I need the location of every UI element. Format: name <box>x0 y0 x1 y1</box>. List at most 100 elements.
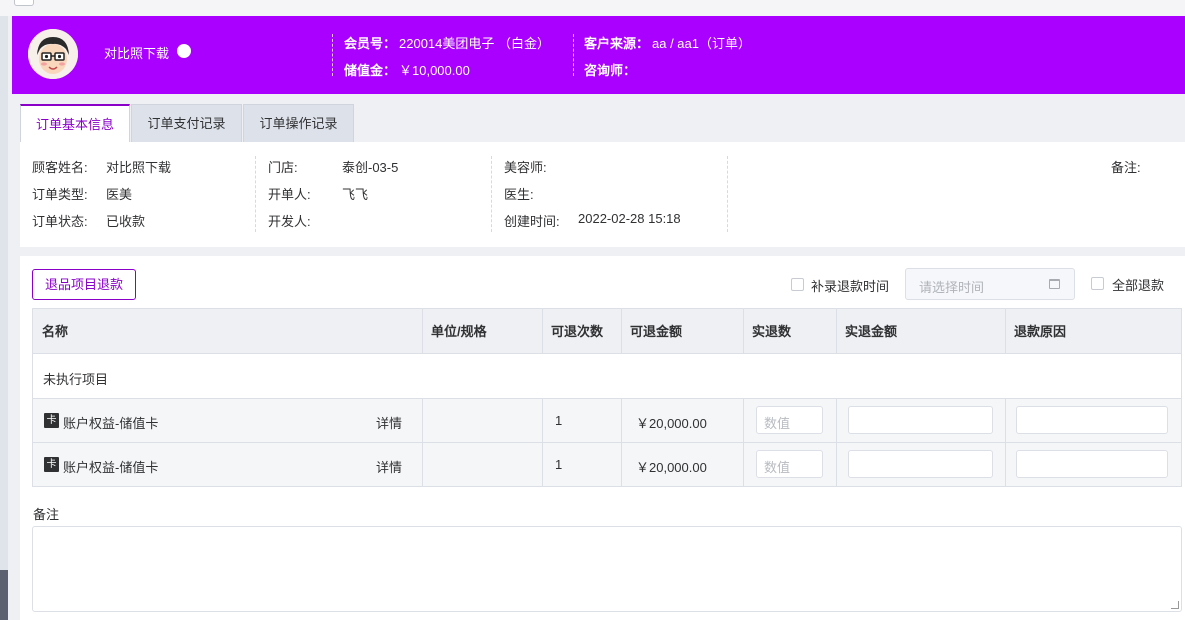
tab-bar: 订单基本信息 订单支付记录 订单操作记录 <box>12 94 1185 143</box>
select-checkbox[interactable] <box>14 0 34 6</box>
remark-info-label: 备注: <box>1111 160 1141 175</box>
count-placeholder: 数值 <box>764 460 791 475</box>
group-label: 未执行项目 <box>43 372 109 387</box>
balance-label: 储值金： <box>344 63 397 78</box>
date-placeholder: 请选择时间 <box>919 280 985 295</box>
refundable-count: 1 <box>555 457 563 472</box>
actual-count-input[interactable]: 数值 <box>756 406 823 434</box>
calendar-icon <box>1049 279 1060 289</box>
item-name: 账户权益-储值卡 <box>63 460 159 475</box>
actual-amount-input[interactable] <box>848 406 993 434</box>
actual-count-input[interactable]: 数值 <box>756 450 823 478</box>
col-actual-amount: 实退金额 <box>845 324 898 339</box>
developer-label: 开发人: <box>268 214 311 229</box>
group-row: 未执行项目 <box>33 354 1181 399</box>
order-info-panel: 顾客姓名: 对比照下载 订单类型: 医美 订单状态: 已收款 门店: 泰创-03… <box>20 142 1185 247</box>
store-value: 泰创-03-5 <box>342 160 399 175</box>
column-divider <box>836 309 837 354</box>
column-divider <box>621 443 622 487</box>
column-divider <box>836 399 837 443</box>
item-name: 账户权益-储值卡 <box>63 416 159 431</box>
column-divider <box>422 309 423 354</box>
column-divider <box>1005 399 1006 443</box>
customer-name[interactable]: 对比照下载 <box>104 43 169 62</box>
column-divider <box>422 443 423 487</box>
beautician-label: 美容师: <box>504 160 547 175</box>
consultant-label: 咨询师： <box>584 63 637 78</box>
info-divider <box>255 156 256 232</box>
full-refund-label[interactable]: 全部退款 <box>1112 275 1164 294</box>
table-row: 卡 账户权益-储值卡 详情 1 ￥20,000.00 数值 <box>33 399 1181 443</box>
remark-textarea[interactable] <box>32 526 1182 612</box>
column-divider <box>743 399 744 443</box>
source-label: 客户来源： <box>584 36 650 51</box>
column-divider <box>743 309 744 354</box>
column-divider <box>621 309 622 354</box>
issuer-value: 飞飞 <box>342 187 369 202</box>
left-sidebar-edge <box>0 16 8 620</box>
avatar <box>28 29 78 79</box>
col-refund-reason: 退款原因 <box>1014 324 1067 339</box>
refund-panel: 退品项目退款 补录退款时间 请选择时间 全部退款 名称 单位/规格 可退次数 可… <box>20 256 1185 620</box>
refund-table: 名称 单位/规格 可退次数 可退金额 实退数 实退金额 退款原因 未执行项目 卡… <box>32 308 1182 487</box>
issuer-label: 开单人: <box>268 187 311 202</box>
detail-link[interactable]: 详情 <box>376 457 402 476</box>
top-strip <box>0 0 1185 16</box>
col-unit: 单位/规格 <box>431 324 487 339</box>
col-refundable-amount: 可退金额 <box>630 324 683 339</box>
card-icon: 卡 <box>44 413 59 428</box>
column-divider <box>743 443 744 487</box>
customer-name-label: 顾客姓名: <box>32 160 88 175</box>
member-label: 会员号： <box>344 36 397 51</box>
column-divider <box>621 399 622 443</box>
col-name: 名称 <box>42 324 69 339</box>
avatar-image <box>28 29 78 79</box>
refund-reason-input[interactable] <box>1016 450 1168 478</box>
header-divider <box>332 34 333 76</box>
table-row: 卡 账户权益-储值卡 详情 1 ￥20,000.00 数值 <box>33 443 1181 487</box>
supplement-time-checkbox[interactable] <box>791 278 804 291</box>
status-dot-icon <box>177 44 191 58</box>
column-divider <box>1005 443 1006 487</box>
table-header: 名称 单位/规格 可退次数 可退金额 实退数 实退金额 退款原因 <box>33 309 1181 354</box>
column-divider <box>422 399 423 443</box>
store-label: 门店: <box>268 160 298 175</box>
header-divider <box>573 34 574 76</box>
order-type-value: 医美 <box>106 187 133 202</box>
tab-basic-info[interactable]: 订单基本信息 <box>20 104 130 143</box>
resize-handle-icon[interactable] <box>1171 601 1179 609</box>
info-divider <box>727 156 728 232</box>
doctor-label: 医生: <box>504 187 534 202</box>
tab-payment-records[interactable]: 订单支付记录 <box>131 104 242 142</box>
member-value: 220014美团电子 （白金） <box>399 36 550 51</box>
refund-items-button[interactable]: 退品项目退款 <box>32 269 136 300</box>
column-divider <box>542 443 543 487</box>
created-time-label: 创建时间: <box>504 214 560 229</box>
sidebar-dark-block <box>0 570 8 620</box>
refundable-amount: ￥20,000.00 <box>636 460 707 475</box>
created-time-value: 2022-02-28 15:18 <box>578 211 681 226</box>
customer-name-value: 对比照下载 <box>106 160 172 175</box>
refund-reason-input[interactable] <box>1016 406 1168 434</box>
source-value: aa / aa1（订单） <box>652 36 751 51</box>
actual-amount-input[interactable] <box>848 450 993 478</box>
order-type-label: 订单类型: <box>32 187 88 202</box>
order-status-value: 已收款 <box>106 214 146 229</box>
balance-value: ￥10,000.00 <box>399 63 470 78</box>
supplement-time-label[interactable]: 补录退款时间 <box>811 276 889 295</box>
column-divider <box>1005 309 1006 354</box>
info-divider <box>491 156 492 232</box>
column-divider <box>542 309 543 354</box>
order-status-label: 订单状态: <box>32 214 88 229</box>
count-placeholder: 数值 <box>764 416 791 431</box>
refund-date-picker[interactable]: 请选择时间 <box>905 268 1075 300</box>
card-icon: 卡 <box>44 457 59 472</box>
customer-header: 对比照下载 会员号： 220014美团电子 （白金） 储值金： ￥10,000.… <box>12 16 1185 94</box>
col-refundable-count: 可退次数 <box>551 324 604 339</box>
refundable-count: 1 <box>555 413 563 428</box>
column-divider <box>836 443 837 487</box>
tab-operation-records[interactable]: 订单操作记录 <box>243 104 354 142</box>
detail-link[interactable]: 详情 <box>376 413 402 432</box>
full-refund-checkbox[interactable] <box>1091 277 1104 290</box>
col-actual-count: 实退数 <box>752 324 792 339</box>
